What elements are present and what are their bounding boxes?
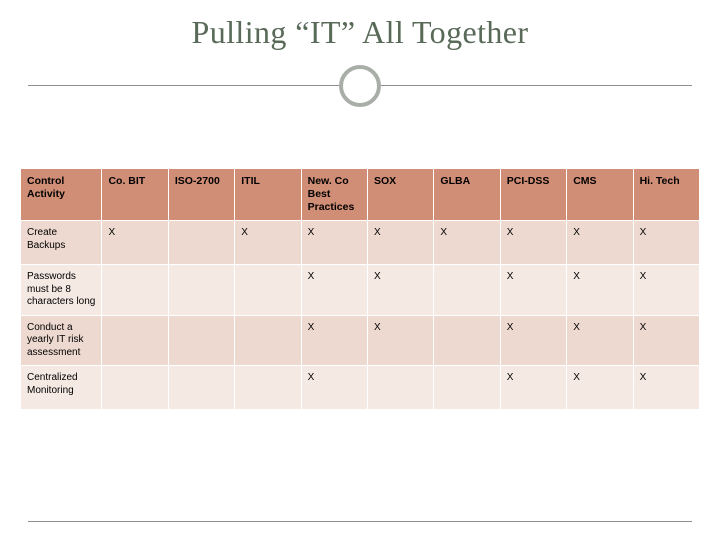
- cell: [168, 366, 234, 410]
- cell: [102, 315, 168, 366]
- comparison-table: Control Activity Co. BIT ISO-2700 ITIL N…: [20, 168, 700, 410]
- table-row: Centralized Monitoring X X X X: [21, 366, 700, 410]
- cell: X: [567, 221, 633, 265]
- cell: X: [633, 265, 699, 316]
- cell: [168, 315, 234, 366]
- cell: X: [301, 366, 367, 410]
- col-header: New. Co Best Practices: [301, 169, 367, 221]
- col-header: SOX: [368, 169, 434, 221]
- cell: X: [500, 366, 566, 410]
- cell: [368, 366, 434, 410]
- row-label: Create Backups: [21, 221, 102, 265]
- cell: [102, 265, 168, 316]
- table-header-row: Control Activity Co. BIT ISO-2700 ITIL N…: [21, 169, 700, 221]
- page-title: Pulling “IT” All Together: [0, 14, 720, 51]
- cell: [102, 366, 168, 410]
- cell: [168, 221, 234, 265]
- cell: [235, 366, 301, 410]
- cell: X: [567, 265, 633, 316]
- cell: [434, 315, 500, 366]
- decorative-circle-icon: [339, 65, 381, 107]
- cell: X: [235, 221, 301, 265]
- cell: X: [633, 366, 699, 410]
- col-header: GLBA: [434, 169, 500, 221]
- cell: X: [500, 221, 566, 265]
- col-header: PCI-DSS: [500, 169, 566, 221]
- comparison-table-wrap: Control Activity Co. BIT ISO-2700 ITIL N…: [20, 168, 700, 410]
- cell: X: [301, 315, 367, 366]
- row-label: Centralized Monitoring: [21, 366, 102, 410]
- cell: X: [500, 265, 566, 316]
- cell: [434, 265, 500, 316]
- cell: X: [301, 265, 367, 316]
- footer-rule: [28, 521, 692, 522]
- col-header: CMS: [567, 169, 633, 221]
- cell: X: [500, 315, 566, 366]
- cell: X: [434, 221, 500, 265]
- cell: X: [633, 221, 699, 265]
- title-rule: [0, 61, 720, 109]
- cell: [235, 265, 301, 316]
- table-row: Passwords must be 8 characters long X X …: [21, 265, 700, 316]
- cell: X: [368, 315, 434, 366]
- row-label: Conduct a yearly IT risk assessment: [21, 315, 102, 366]
- cell: [235, 315, 301, 366]
- col-header: Hi. Tech: [633, 169, 699, 221]
- col-header: Co. BIT: [102, 169, 168, 221]
- col-header: ITIL: [235, 169, 301, 221]
- row-label: Passwords must be 8 characters long: [21, 265, 102, 316]
- col-header: Control Activity: [21, 169, 102, 221]
- cell: X: [567, 315, 633, 366]
- cell: [434, 366, 500, 410]
- title-wrap: Pulling “IT” All Together: [0, 0, 720, 109]
- cell: X: [633, 315, 699, 366]
- cell: X: [368, 265, 434, 316]
- table-row: Create Backups X X X X X X X X: [21, 221, 700, 265]
- cell: X: [567, 366, 633, 410]
- col-header: ISO-2700: [168, 169, 234, 221]
- cell: X: [102, 221, 168, 265]
- table-row: Conduct a yearly IT risk assessment X X …: [21, 315, 700, 366]
- slide: Pulling “IT” All Together Control Activi…: [0, 0, 720, 540]
- cell: X: [368, 221, 434, 265]
- cell: X: [301, 221, 367, 265]
- cell: [168, 265, 234, 316]
